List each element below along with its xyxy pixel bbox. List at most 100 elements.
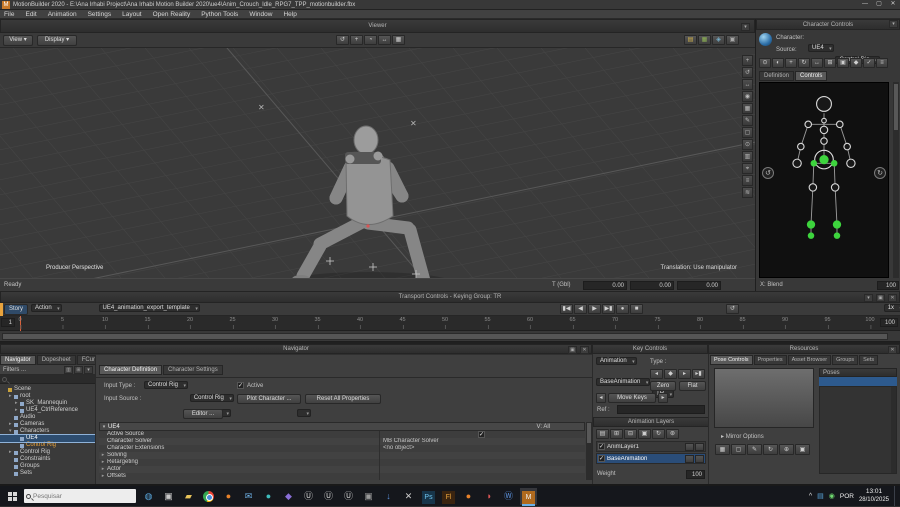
close-button[interactable]: ✕ [886, 0, 900, 9]
blend-value[interactable]: 100 [877, 281, 899, 290]
take-select[interactable]: UE4_animation_export_template [99, 304, 200, 312]
property-row-active-source[interactable]: Active Source✓ [99, 431, 585, 438]
menu-layout[interactable]: Layout [122, 10, 142, 18]
tree-item-control-rig[interactable]: ▸Control Rig [0, 449, 95, 456]
tab-groups[interactable]: Groups [832, 355, 858, 365]
tree-item-cameras[interactable]: ▸Cameras [0, 421, 95, 428]
viewer-pane-header[interactable]: Viewer ▾ [0, 19, 755, 33]
step-back-button[interactable]: ◀ [574, 304, 587, 314]
poses-scrollbar[interactable] [891, 387, 896, 473]
next-key-button[interactable]: ▸ [678, 369, 691, 379]
taskbar-search-input[interactable] [33, 493, 123, 500]
orbit-tool-icon[interactable]: ↺ [336, 35, 349, 45]
pose-thumbnail[interactable] [714, 368, 814, 428]
resources-header[interactable]: Resources ✕ [708, 344, 900, 354]
navigator-dock-icon[interactable]: ▣ [568, 346, 577, 354]
layer-animlayer1[interactable]: ✓AnimLayer1 [596, 441, 706, 452]
property-row-offsets[interactable]: ▸Offsets [99, 473, 585, 480]
file-explorer-icon[interactable]: ▰ [180, 488, 197, 505]
character-tool-1[interactable]: ⊙ [759, 58, 771, 68]
property-row-actor[interactable]: ▸Actor [99, 466, 585, 473]
zero-button[interactable]: Zero [650, 381, 676, 391]
character-tool-9[interactable]: ✓ [863, 58, 875, 68]
viewer-menu-icon[interactable]: ▾ [741, 23, 750, 31]
visibility-label[interactable]: V: All [537, 424, 550, 430]
speed-select[interactable]: 1x [884, 304, 900, 312]
character-controls-header[interactable]: Character Controls ▾ [756, 19, 900, 30]
move-keys-right-button[interactable]: ▸ [658, 393, 668, 403]
taskbar-app-icon-1[interactable]: ◍ [140, 488, 157, 505]
layer-baseanimation[interactable]: ✓BaseAnimation [596, 453, 706, 464]
pose-tool-1[interactable]: ▦ [715, 444, 730, 455]
end-frame-field[interactable]: 100 [880, 318, 898, 327]
character-tool-5[interactable]: ↔ [811, 58, 823, 68]
tree-item-sk-mannequin[interactable]: ▸SK_Mannequin [0, 400, 95, 407]
layer-tool-4[interactable]: ▣ [638, 429, 651, 439]
pose-tool-3[interactable]: ✎ [747, 444, 762, 455]
ref-field[interactable] [617, 405, 705, 414]
layer-solo-icon[interactable] [695, 443, 704, 451]
viewport-side-tool-5[interactable]: ▦ [742, 103, 753, 114]
current-frame-field[interactable]: 1 [1, 318, 15, 327]
timeline-ruler[interactable]: 1 100 0510152025303540455055606570758085… [0, 316, 900, 331]
view-button[interactable]: View ▾ [3, 35, 33, 46]
layer-select[interactable]: BaseAnimation [596, 378, 650, 386]
tab-controls[interactable]: Controls [795, 71, 827, 81]
tree-item-characters[interactable]: ▾Characters [0, 428, 95, 435]
resources-close-icon[interactable]: ✕ [888, 346, 897, 354]
tray-chevron-icon[interactable]: ^ [809, 493, 812, 500]
property-row-character-extensions[interactable]: Character Extensions<no object> [99, 445, 585, 452]
key-options-icon[interactable]: ▸▮ [692, 369, 705, 379]
input-type-select[interactable]: Control Rig [144, 381, 188, 389]
viewport-side-tool-3[interactable]: ↔ [742, 79, 753, 90]
pose-tool-5[interactable]: ⊕ [779, 444, 794, 455]
poses-list[interactable] [819, 386, 897, 474]
layer-tool-2[interactable]: ⊞ [610, 429, 623, 439]
rotate-left-icon[interactable]: ↺ [762, 167, 774, 179]
gizmo-display-icon[interactable]: ◈ [712, 35, 725, 45]
move-keys-button[interactable]: Move Keys [608, 393, 656, 403]
property-row-character-solver[interactable]: Character SolverMB Character Solver [99, 438, 585, 445]
taskbar-app-icon-17[interactable]: ● [460, 488, 477, 505]
tree-item-constraints[interactable]: Constraints [0, 456, 95, 463]
layer-tool-5[interactable]: ↻ [652, 429, 665, 439]
viewport-side-tool-9[interactable]: ▥ [742, 151, 753, 162]
task-view-icon[interactable]: ▣ [160, 488, 177, 505]
transport-menu-icon[interactable]: ▾ [864, 294, 873, 302]
start-button[interactable] [0, 486, 24, 506]
tab-character-definition[interactable]: Character Definition [99, 365, 162, 375]
weight-value[interactable]: 100 [686, 470, 705, 479]
menu-edit[interactable]: Edit [25, 10, 36, 18]
pose-tool-6[interactable]: ▣ [795, 444, 810, 455]
input-source-select[interactable]: Control Rig [190, 394, 234, 402]
tree-search-box[interactable] [0, 375, 95, 384]
taskbar-app-icon-12[interactable]: ▣ [360, 488, 377, 505]
animation-layers-header[interactable]: Animation Layers [593, 417, 709, 427]
tab-dopesheet[interactable]: Dopesheet [37, 355, 76, 365]
tray-language[interactable]: POR [840, 493, 854, 500]
navigator-header[interactable]: Navigator ▣ ✕ [0, 344, 592, 354]
layer-tool-3[interactable]: ⊟ [624, 429, 637, 439]
timeline-scroll-thumb[interactable] [2, 333, 888, 340]
taskbar-app-icon-16[interactable]: Fl [440, 488, 457, 505]
snap-tool-icon[interactable]: ▦ [392, 35, 405, 45]
pose-tool-2[interactable]: ▢ [731, 444, 746, 455]
layer-lock-icon[interactable] [685, 443, 694, 451]
layer-solo-icon[interactable] [695, 455, 704, 463]
rotate-right-icon[interactable]: ↻ [874, 167, 886, 179]
mirror-options-label[interactable]: ▸ Mirror Options [721, 433, 764, 440]
story-button[interactable]: Story [4, 304, 28, 315]
taskbar-app-icon-10[interactable]: Ⓤ [320, 488, 337, 505]
viewport-side-tool-7[interactable]: ▢ [742, 127, 753, 138]
property-group-header[interactable]: ▾ UE4 V: All [99, 422, 585, 431]
panel-scrollbar[interactable] [893, 82, 899, 278]
character-tool-10[interactable]: ≡ [876, 58, 888, 68]
camera-label[interactable]: Producer Perspective [46, 265, 103, 271]
viewport-side-tool-8[interactable]: ⊙ [742, 139, 753, 150]
tray-shield-icon[interactable]: ◉ [829, 492, 835, 500]
tab-pose-controls[interactable]: Pose Controls [710, 355, 753, 365]
viewport-side-tool-1[interactable]: + [742, 55, 753, 66]
character-gizmo-icon[interactable] [759, 33, 772, 46]
tree-item-sets[interactable]: Sets [0, 470, 95, 477]
minimize-button[interactable]: — [858, 0, 872, 9]
